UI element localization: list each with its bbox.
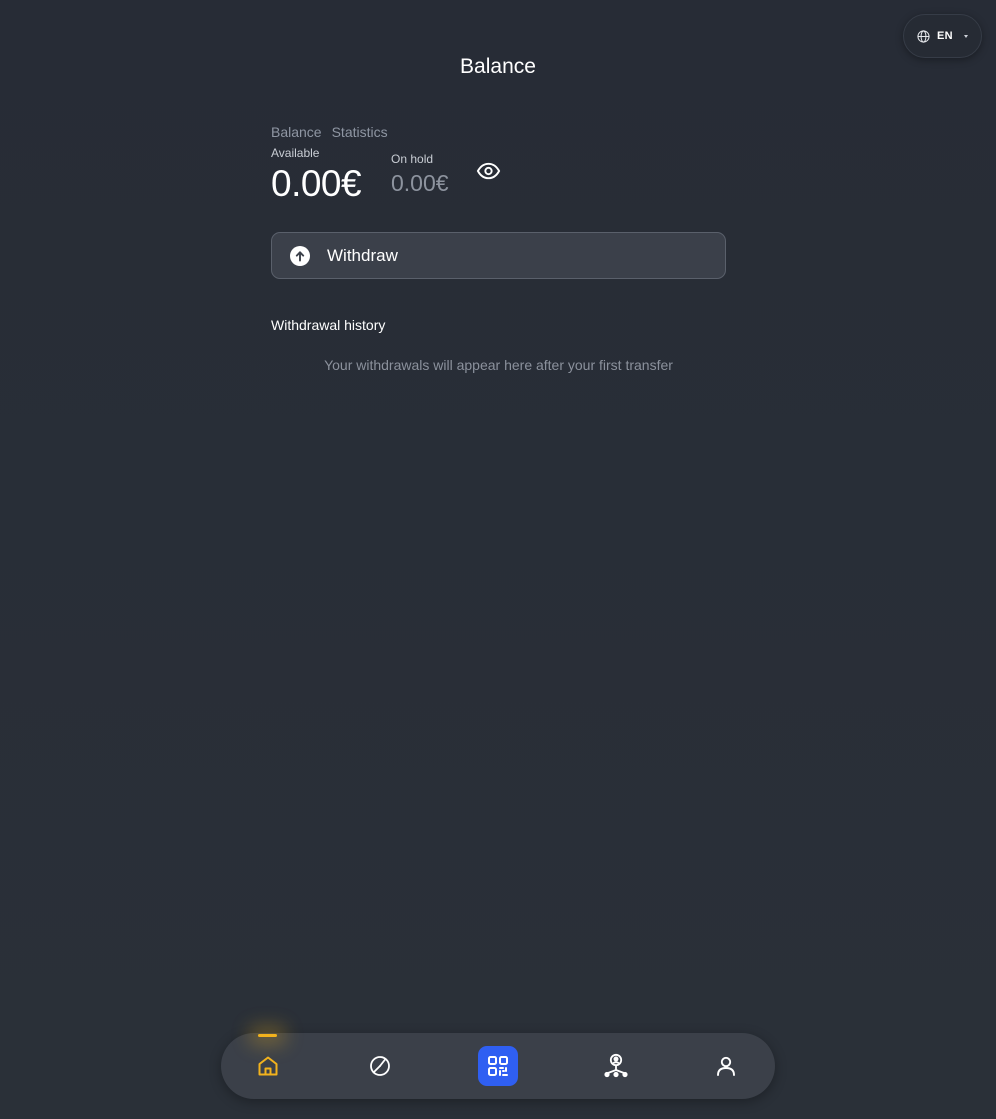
qr-code-icon <box>488 1056 508 1076</box>
chevron-down-icon <box>963 34 968 38</box>
user-icon <box>717 1056 735 1076</box>
balance-tabs: Balance Statistics <box>271 124 726 140</box>
page-title: Balance <box>460 55 536 78</box>
pie-chart-icon <box>370 1056 390 1076</box>
withdraw-label: Withdraw <box>327 245 398 265</box>
balance-summary: Available 0.00€ On hold 0.00€ <box>271 144 726 204</box>
bottom-navigation <box>221 1033 775 1099</box>
balance-content: Balance Statistics Available 0.00€ On ho… <box>271 124 726 373</box>
eye-icon[interactable] <box>476 162 501 180</box>
nav-home[interactable] <box>238 1033 298 1099</box>
nav-scan[interactable] <box>468 1033 528 1099</box>
nav-team[interactable] <box>586 1033 646 1099</box>
tab-balance[interactable]: Balance <box>271 124 322 140</box>
balance-page: EN Balance Balance Statistics Available … <box>0 0 996 1119</box>
withdrawal-history-title: Withdrawal history <box>271 317 386 333</box>
nav-statistics[interactable] <box>350 1033 410 1099</box>
withdrawal-history-empty: Your withdrawals will appear here after … <box>324 357 673 373</box>
tab-statistics[interactable]: Statistics <box>332 124 388 140</box>
available-amount: 0.00€ <box>271 163 362 204</box>
globe-icon <box>917 29 930 43</box>
scan-button-bg <box>478 1046 518 1086</box>
nav-profile[interactable] <box>696 1033 756 1099</box>
available-label: Available <box>271 146 320 160</box>
arrow-up-circle-icon <box>290 245 310 266</box>
language-code: EN <box>937 30 953 42</box>
team-network-icon <box>604 1053 628 1078</box>
on-hold-label: On hold <box>391 152 434 166</box>
on-hold-amount: 0.00€ <box>391 170 449 196</box>
language-switcher[interactable]: EN <box>903 14 982 58</box>
home-icon <box>258 1056 278 1076</box>
withdraw-button[interactable]: Withdraw <box>271 232 726 279</box>
